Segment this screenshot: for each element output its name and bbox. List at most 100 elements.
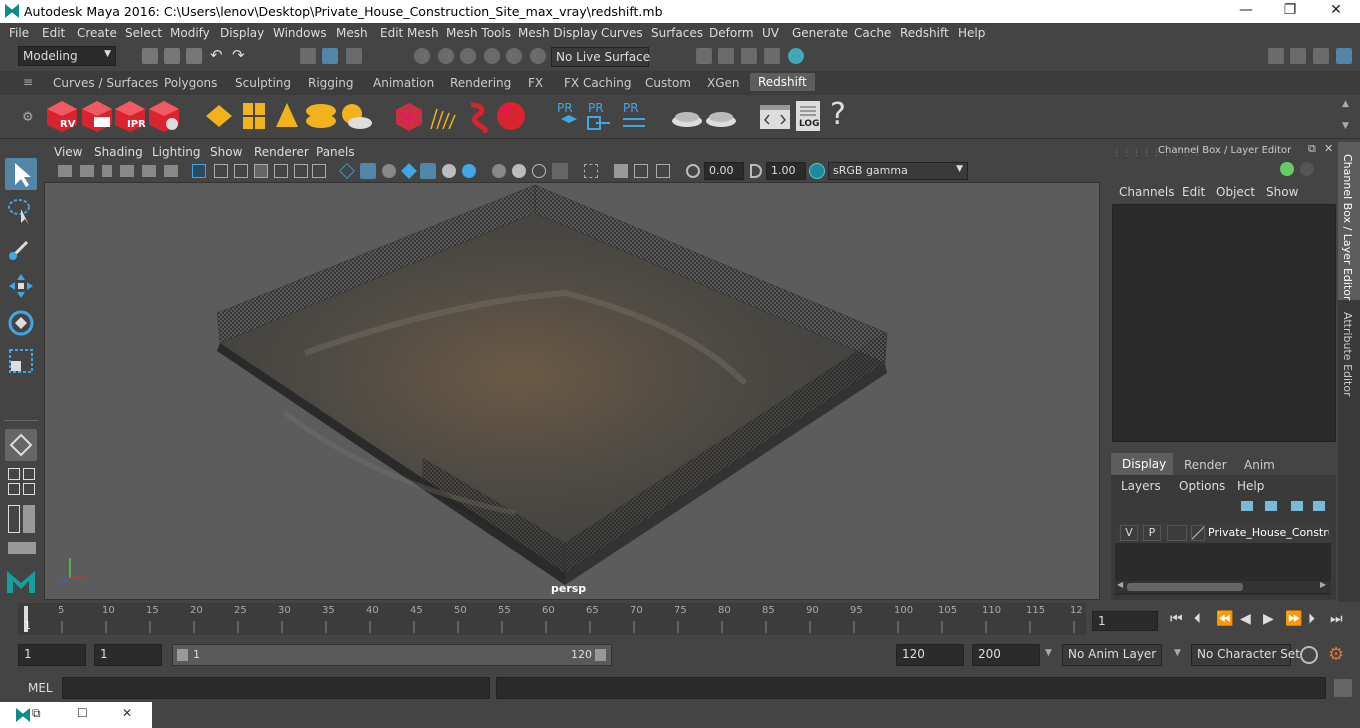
range-start-handle[interactable] [177,649,188,661]
step-forward-key-icon[interactable]: ⏩ [1285,611,1302,627]
toolbox-collapse-icon[interactable] [8,542,36,554]
redshift-ipr-icon[interactable]: IPR [113,99,147,133]
xray-icon[interactable] [584,164,598,178]
menu-edit[interactable]: Edit [42,26,65,40]
time-slider[interactable]: 1 5 10 15 20 25 30 35 40 45 50 55 60 65 … [0,603,1360,638]
redshift-proxy-icon[interactable] [392,99,426,133]
vp-menu-shading[interactable]: Shading [94,145,143,159]
close-panel-icon[interactable]: ✕ [1324,142,1333,155]
layer-scroll-thumb[interactable] [1127,583,1243,591]
animation-end-field[interactable]: 200 [972,644,1040,666]
auto-keyframe-icon[interactable] [1300,646,1318,664]
shelf-tab-fx[interactable]: FX [528,76,543,90]
attribute-editor-icon[interactable] [1290,48,1306,64]
menu-cache[interactable]: Cache [854,26,891,40]
snap-point-icon[interactable] [460,48,476,64]
live-surface-field[interactable]: No Live Surface [551,47,650,67]
cb-menu-object[interactable]: Object [1216,185,1255,199]
redshift-render-settings-icon[interactable] [147,99,181,133]
time-ruler[interactable]: 1 5 10 15 20 25 30 35 40 45 50 55 60 65 … [18,603,1086,635]
vp-menu-lighting[interactable]: Lighting [152,145,201,159]
layer-display-type-toggle[interactable] [1167,525,1187,541]
select-tool-icon[interactable] [5,158,37,190]
layer-list-scrollbar[interactable]: ◀ ▶ [1115,580,1331,593]
play-forwards-icon[interactable]: ▶ [1263,611,1274,627]
outliner-layout-icon[interactable] [8,505,20,533]
anim-layer-chevron-icon[interactable]: ▼ [1045,648,1052,658]
perspective-viewport[interactable]: persp [44,182,1100,600]
render-settings-icon[interactable] [764,48,780,64]
channel-box-gizmo-icon[interactable] [1280,162,1294,176]
field-chart-icon[interactable] [274,164,288,178]
maximize-button[interactable]: ❐ [1280,2,1300,18]
snap-curve-icon[interactable] [438,48,454,64]
redshift-portal-light-icon[interactable] [237,99,271,133]
move-layer-down-icon[interactable] [1265,501,1277,511]
backface-culling-icon[interactable] [656,164,670,178]
film-gate-icon[interactable] [214,164,228,178]
redshift-help-icon[interactable]: ? [830,97,864,132]
redshift-sun-sky-icon[interactable] [338,99,372,133]
redshift-volume-icon[interactable] [461,99,495,134]
le-menu-layers[interactable]: Layers [1121,479,1161,493]
shelf-settings-gear-icon[interactable]: ⚙ [22,110,34,125]
cb-menu-show[interactable]: Show [1266,185,1298,199]
char-set-chevron-icon[interactable]: ▼ [1174,648,1181,658]
cb-menu-channels[interactable]: Channels [1119,185,1175,199]
menu-mesh[interactable]: Mesh [336,26,368,40]
menu-redshift[interactable]: Redshift [900,26,949,40]
maximize-icon[interactable]: ☐ [77,706,88,720]
snap-view-icon[interactable] [484,48,500,64]
save-scene-icon[interactable] [186,48,202,64]
range-end-handle[interactable] [595,649,606,661]
menu-surfaces[interactable]: Surfaces [651,26,703,40]
shelf-tab-fx-caching[interactable]: FX Caching [564,76,631,90]
gamma-field[interactable]: 1.00 [766,162,806,180]
menu-select[interactable]: Select [125,26,162,40]
layer-color-swatch[interactable] [1191,525,1205,541]
restore-icon[interactable]: ⧉ [32,706,41,721]
redshift-hair-icon[interactable] [427,99,461,133]
character-set-dropdown[interactable]: No Character Set [1191,644,1300,666]
float-panel-icon[interactable]: ⧉ [1308,142,1316,156]
shadows-icon[interactable] [442,164,456,178]
tool-settings-icon[interactable] [1313,48,1329,64]
shelf-scroll-down-icon[interactable]: ▼ [1342,121,1349,131]
shelf-tab-rigging[interactable]: Rigging [308,76,353,90]
close-button[interactable]: ✕ [1326,2,1346,18]
le-menu-help[interactable]: Help [1237,479,1264,493]
render-view-icon[interactable] [718,48,734,64]
colorspace-dropdown[interactable]: sRGB gamma ▼ [828,162,968,180]
shelf-scroll-up-icon[interactable]: ▲ [1342,99,1349,109]
redshift-material-icon[interactable] [670,99,704,133]
playback-start-field[interactable]: 1 [94,644,162,666]
menu-help[interactable]: Help [958,26,985,40]
channel-box-icon[interactable] [1336,48,1352,64]
cb-menu-edit[interactable]: Edit [1182,185,1205,199]
new-layer-icon[interactable] [1291,501,1303,511]
tab-display[interactable]: Display [1111,453,1173,475]
paint-select-tool-icon[interactable] [5,232,37,264]
gate-mask-icon[interactable] [254,164,268,178]
step-back-frame-icon[interactable]: ⏴ [1194,611,1201,627]
color-management-toggle-icon[interactable] [809,163,825,179]
redshift-spot-light-icon[interactable] [270,99,304,133]
layer-name[interactable]: Private_House_Construct [1208,526,1329,539]
go-to-end-icon[interactable]: ⏭ [1330,611,1343,627]
anim-layer-dropdown[interactable]: No Anim Layer [1062,644,1162,666]
grid-icon[interactable] [192,164,206,178]
menu-create[interactable]: Create [77,26,117,40]
exposure-icon[interactable] [686,164,700,178]
menu-mesh-tools[interactable]: Mesh Tools [446,26,511,40]
layer-playback-toggle[interactable]: P [1143,525,1161,541]
select-hierarchy-icon[interactable] [300,48,316,64]
shelf-tab-animation[interactable]: Animation [373,76,434,90]
motion-blur-icon[interactable] [492,164,506,178]
smooth-shade-icon[interactable] [360,163,376,179]
modeling-toolkit-icon[interactable] [1268,48,1284,64]
menu-uv[interactable]: UV [762,26,779,40]
redshift-pr-swap-icon[interactable]: PR [617,99,651,133]
lasso-tool-icon[interactable] [5,195,37,227]
safe-title-icon[interactable] [312,164,326,178]
menu-generate[interactable]: Generate [792,26,848,40]
